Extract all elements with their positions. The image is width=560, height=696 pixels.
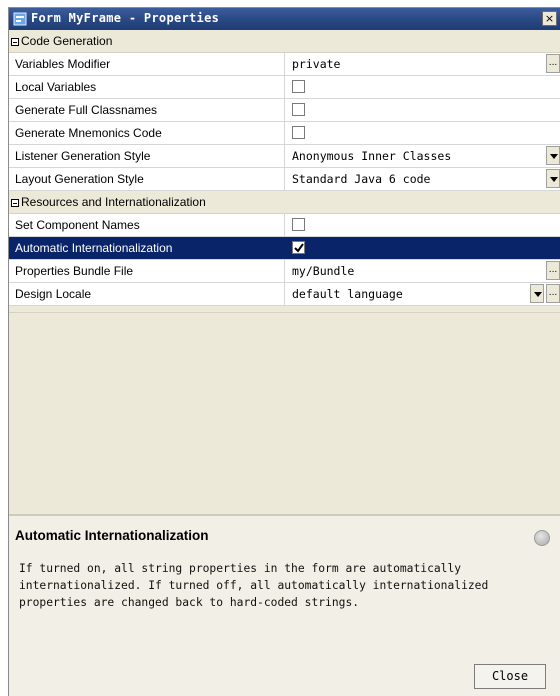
property-value[interactable]: Anonymous Inner Classes [292,149,451,163]
property-row-generate-mnemonics-code[interactable]: Generate Mnemonics Code [9,122,560,145]
property-value[interactable]: Standard Java 6 code [292,172,430,186]
property-row-automatic-internationalization[interactable]: Automatic Internationalization [9,237,560,260]
property-name: Listener Generation Style [9,145,285,167]
property-row-local-variables[interactable]: Local Variables [9,76,560,99]
category-label: Code Generation [21,34,113,48]
property-sheet: Code Generation Variables Modifier priva… [9,30,560,306]
property-row-generate-full-classnames[interactable]: Generate Full Classnames [9,99,560,122]
property-name: Variables Modifier [9,53,285,75]
property-name: Properties Bundle File [9,260,285,282]
category-label: Resources and Internationalization [21,195,206,209]
property-name: Layout Generation Style [9,168,285,190]
dropdown-arrow-icon[interactable] [530,284,544,303]
property-value[interactable]: default language [292,287,403,301]
category-resources-and-internationalization[interactable]: Resources and Internationalization [9,191,560,214]
property-value[interactable]: private [292,57,340,71]
property-sheet-empty-area [9,312,560,515]
ellipsis-button[interactable]: ... [546,284,560,303]
dropdown-arrow-icon[interactable] [546,146,560,165]
property-row-properties-bundle-file[interactable]: Properties Bundle File my/Bundle... [9,260,560,283]
form-icon [13,12,27,26]
properties-window: Form MyFrame - Properties × Code Generat… [8,7,560,696]
dropdown-arrow-icon[interactable] [546,169,560,188]
property-name: Generate Full Classnames [9,99,285,121]
property-name: Set Component Names [9,214,285,236]
close-button[interactable]: Close [474,664,546,689]
property-name: Automatic Internationalization [9,237,285,259]
property-row-set-component-names[interactable]: Set Component Names [9,214,560,237]
ellipsis-button[interactable]: ... [546,54,560,73]
property-row-listener-generation-style[interactable]: Listener Generation Style Anonymous Inne… [9,145,560,168]
checkbox[interactable] [292,126,305,139]
collapse-icon[interactable] [11,38,19,46]
property-row-layout-generation-style[interactable]: Layout Generation Style Standard Java 6 … [9,168,560,191]
description-panel: Automatic Internationalization If turned… [9,514,560,696]
collapse-icon[interactable] [11,199,19,207]
close-icon[interactable]: × [542,11,557,26]
category-code-generation[interactable]: Code Generation [9,30,560,53]
window-title: Form MyFrame - Properties [31,11,220,25]
property-row-design-locale[interactable]: Design Locale default language... [9,283,560,306]
property-value[interactable]: my/Bundle [292,264,354,278]
help-icon[interactable] [534,530,550,546]
checkbox[interactable] [292,80,305,93]
checkbox[interactable] [292,218,305,231]
description-title: Automatic Internationalization [15,528,209,543]
property-row-variables-modifier[interactable]: Variables Modifier private... [9,53,560,76]
checkbox[interactable] [292,103,305,116]
ellipsis-button[interactable]: ... [546,261,560,280]
property-name: Local Variables [9,76,285,98]
description-text: If turned on, all string properties in t… [19,562,489,609]
checkbox-checked[interactable] [292,241,305,254]
title-bar[interactable]: Form MyFrame - Properties × [9,8,560,30]
property-name: Generate Mnemonics Code [9,122,285,144]
property-name: Design Locale [9,283,285,305]
